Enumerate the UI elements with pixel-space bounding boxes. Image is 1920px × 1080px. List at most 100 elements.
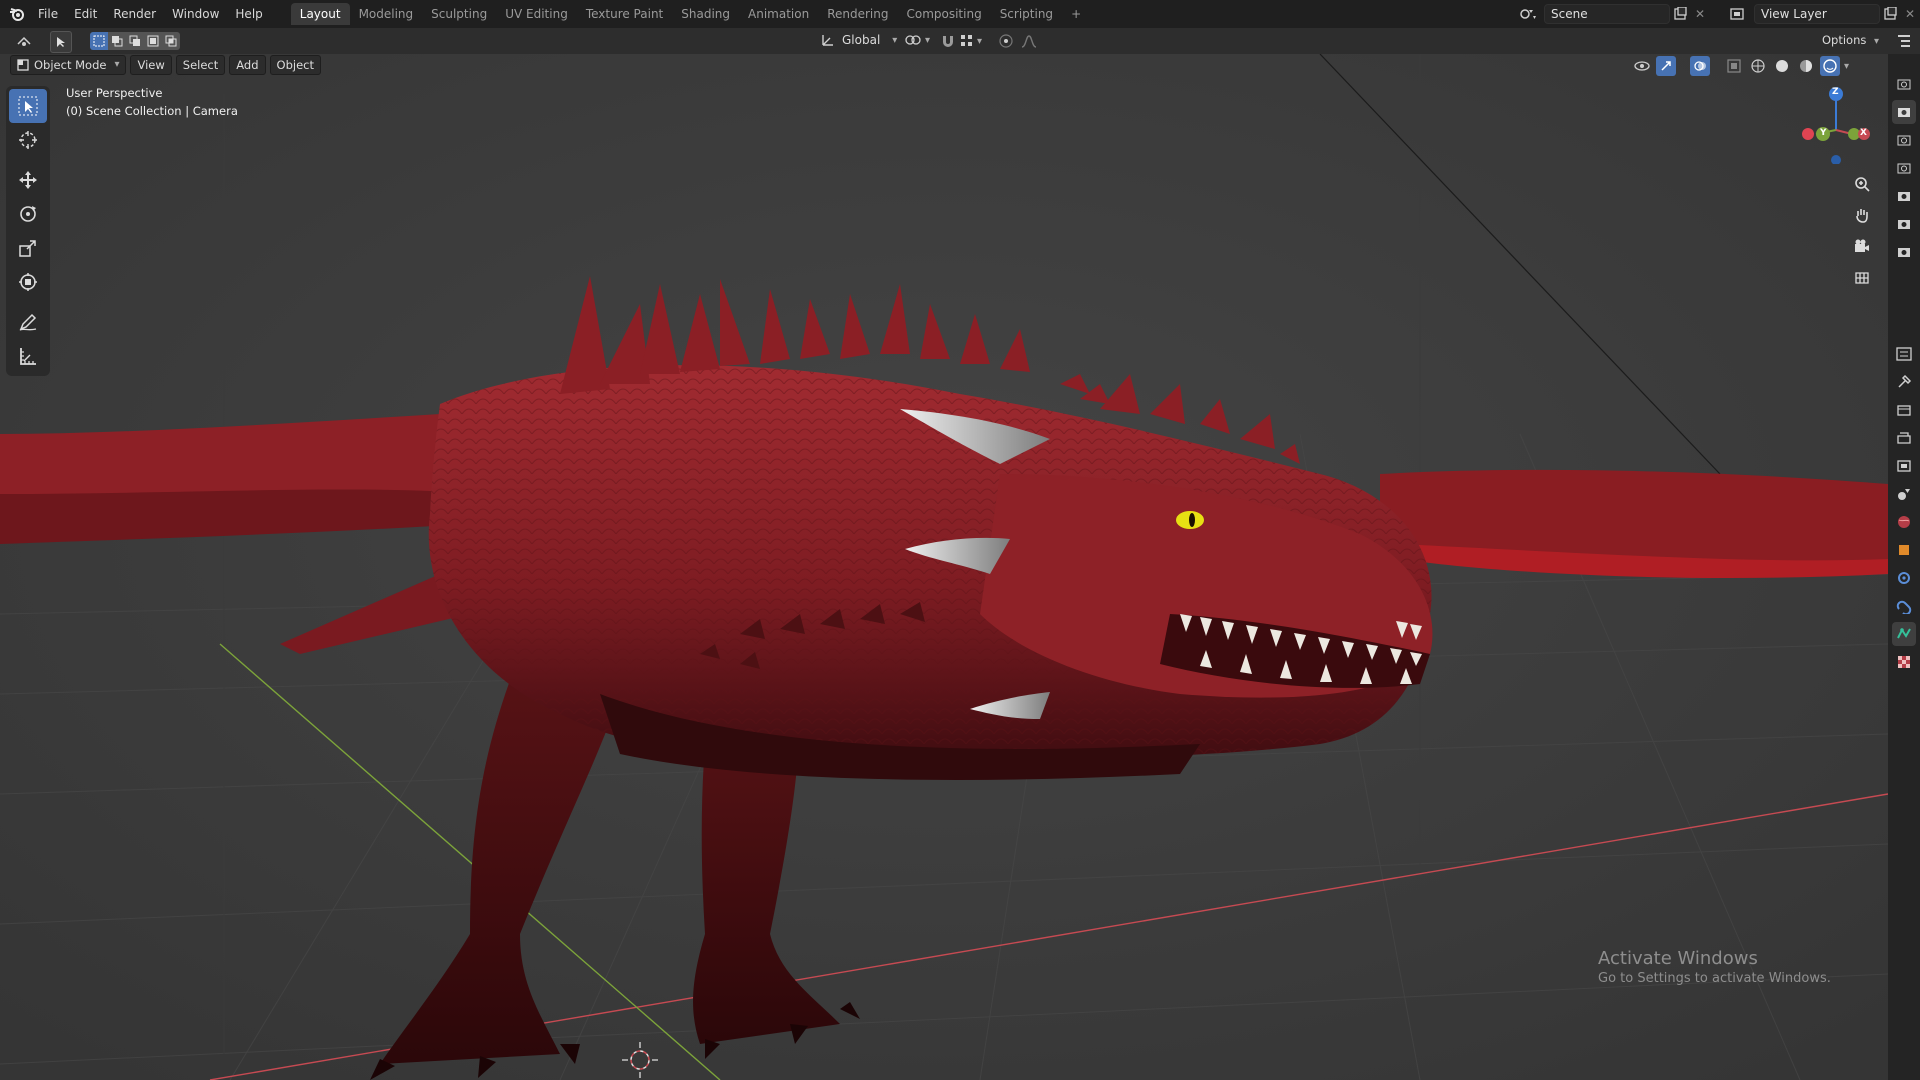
annotate-tool[interactable] bbox=[9, 305, 47, 339]
view-layer-delete-icon[interactable]: ✕ bbox=[1900, 4, 1920, 24]
rotate-tool[interactable] bbox=[9, 197, 47, 231]
menu-object[interactable]: Object bbox=[269, 55, 321, 75]
scene-delete-icon[interactable]: ✕ bbox=[1690, 4, 1710, 24]
constraint-properties-icon[interactable] bbox=[1892, 594, 1916, 618]
select-subtract-icon[interactable] bbox=[126, 32, 144, 50]
transform-tool[interactable] bbox=[9, 265, 47, 299]
modifier-properties-icon[interactable] bbox=[1892, 566, 1916, 590]
tool-settings-header: Global ▾ ▾ ▾ Options ▾ bbox=[0, 28, 1920, 54]
output-properties-icon[interactable] bbox=[1892, 426, 1916, 450]
move-tool[interactable] bbox=[9, 163, 47, 197]
shading-wireframe-icon[interactable] bbox=[1748, 56, 1768, 76]
camera-list-icon-4[interactable] bbox=[1892, 184, 1916, 208]
viewport-nav-buttons bbox=[1848, 170, 1876, 291]
gizmo-toggle-icon[interactable] bbox=[1656, 56, 1676, 76]
shading-solid-icon[interactable] bbox=[1772, 56, 1792, 76]
snap-icon[interactable]: ▾ bbox=[940, 33, 982, 49]
select-intersect-icon[interactable] bbox=[162, 32, 180, 50]
menu-window[interactable]: Window bbox=[164, 3, 227, 25]
scale-tool[interactable] bbox=[9, 231, 47, 265]
render-properties-icon[interactable] bbox=[1892, 398, 1916, 422]
overlays-toggle-icon[interactable] bbox=[1690, 56, 1710, 76]
move-arrows-icon bbox=[19, 171, 37, 189]
camera-active-icon[interactable] bbox=[1892, 100, 1916, 124]
options-dropdown[interactable]: Options ▾ bbox=[1816, 31, 1885, 49]
tab-compositing[interactable]: Compositing bbox=[897, 3, 990, 25]
visibility-icon[interactable] bbox=[1632, 56, 1652, 76]
tab-scripting[interactable]: Scripting bbox=[991, 3, 1062, 25]
orientation-axes-icon bbox=[822, 35, 833, 46]
menu-render[interactable]: Render bbox=[105, 3, 164, 25]
shading-material-icon[interactable] bbox=[1796, 56, 1816, 76]
shading-rendered-icon[interactable] bbox=[1820, 56, 1840, 76]
view-layer-new-icon[interactable] bbox=[1880, 4, 1900, 24]
menu-edit[interactable]: Edit bbox=[66, 3, 105, 25]
gizmo-z-label: Z bbox=[1832, 87, 1839, 97]
transform-orientation[interactable]: Global ▾ bbox=[820, 32, 897, 48]
gizmo-y-label: Y bbox=[1820, 128, 1827, 138]
object-properties-icon[interactable] bbox=[1892, 538, 1916, 562]
blender-logo-icon[interactable] bbox=[4, 3, 30, 25]
transform-icon bbox=[19, 273, 37, 291]
navigation-gizmo[interactable]: Z Y X bbox=[1796, 84, 1872, 165]
add-workspace-button[interactable]: + bbox=[1062, 3, 1090, 25]
material-properties-icon[interactable] bbox=[1892, 650, 1916, 674]
tab-texture-paint[interactable]: Texture Paint bbox=[577, 3, 672, 25]
3d-viewport[interactable]: Object Mode ▾ View Select Add Object ▾ U… bbox=[0, 54, 1888, 1080]
camera-list-icon-2[interactable] bbox=[1892, 128, 1916, 152]
tab-uv-editing[interactable]: UV Editing bbox=[496, 3, 577, 25]
options-label: Options bbox=[1822, 33, 1867, 47]
scene-properties-icon[interactable] bbox=[1892, 482, 1916, 506]
tab-sculpting[interactable]: Sculpting bbox=[422, 3, 496, 25]
scene-name-field[interactable]: Scene bbox=[1544, 4, 1670, 24]
menu-file[interactable]: File bbox=[30, 3, 66, 25]
ruler-icon bbox=[20, 348, 36, 365]
view-layer-properties-icon[interactable] bbox=[1892, 454, 1916, 478]
mode-selector[interactable]: Object Mode ▾ bbox=[10, 55, 127, 75]
menu-help[interactable]: Help bbox=[227, 3, 270, 25]
select-extend-icon[interactable] bbox=[108, 32, 126, 50]
xray-toggle-icon[interactable] bbox=[1724, 56, 1744, 76]
rotate-icon bbox=[20, 206, 36, 222]
camera-list-icon-6[interactable] bbox=[1892, 240, 1916, 264]
camera-list-icon-3[interactable] bbox=[1892, 156, 1916, 180]
viewport-scene[interactable] bbox=[0, 54, 1888, 1080]
gizmo-neg-x-handle[interactable] bbox=[1802, 128, 1814, 140]
camera-list-icon-5[interactable] bbox=[1892, 212, 1916, 236]
camera-view-icon[interactable] bbox=[1848, 232, 1876, 260]
scene-browse-icon[interactable] bbox=[1514, 4, 1544, 24]
tab-rendering[interactable]: Rendering bbox=[818, 3, 897, 25]
zoom-icon[interactable] bbox=[1848, 170, 1876, 198]
scale-icon bbox=[19, 240, 36, 257]
menu-add[interactable]: Add bbox=[229, 55, 266, 75]
properties-toggle-icon[interactable] bbox=[1892, 342, 1916, 366]
pan-hand-icon[interactable] bbox=[1848, 201, 1876, 229]
select-new-icon[interactable] bbox=[90, 32, 108, 50]
chevron-down-icon: ▾ bbox=[892, 34, 898, 46]
camera-list-icon[interactable] bbox=[1892, 72, 1916, 96]
gizmo-neg-z-handle[interactable] bbox=[1831, 155, 1841, 165]
measure-tool[interactable] bbox=[9, 339, 47, 373]
world-properties-icon[interactable] bbox=[1892, 510, 1916, 534]
pivot-point-icon[interactable]: ▾ bbox=[904, 33, 930, 47]
proportional-edit-icon[interactable] bbox=[998, 33, 1038, 49]
outliner-toggle-icon[interactable] bbox=[1894, 31, 1914, 51]
tool-properties-icon[interactable] bbox=[1892, 370, 1916, 394]
select-tool-icon[interactable] bbox=[50, 31, 72, 53]
tab-modeling[interactable]: Modeling bbox=[350, 3, 423, 25]
select-invert-icon[interactable] bbox=[144, 32, 162, 50]
tab-layout[interactable]: Layout bbox=[290, 3, 350, 25]
tab-animation[interactable]: Animation bbox=[739, 3, 818, 25]
data-properties-icon[interactable] bbox=[1892, 622, 1916, 646]
view-layer-name-field[interactable]: View Layer bbox=[1754, 4, 1880, 24]
projection-toggle-icon[interactable] bbox=[1848, 263, 1876, 291]
editor-type-icon[interactable] bbox=[10, 31, 40, 51]
menu-view[interactable]: View bbox=[130, 55, 172, 75]
scene-new-icon[interactable] bbox=[1670, 4, 1690, 24]
menu-select[interactable]: Select bbox=[175, 55, 226, 75]
select-box-tool[interactable] bbox=[9, 89, 47, 123]
tab-shading[interactable]: Shading bbox=[672, 3, 739, 25]
view-layer-browse-icon[interactable] bbox=[1724, 4, 1754, 24]
chevron-down-icon[interactable]: ▾ bbox=[1844, 61, 1849, 72]
cursor-tool[interactable] bbox=[9, 123, 47, 157]
